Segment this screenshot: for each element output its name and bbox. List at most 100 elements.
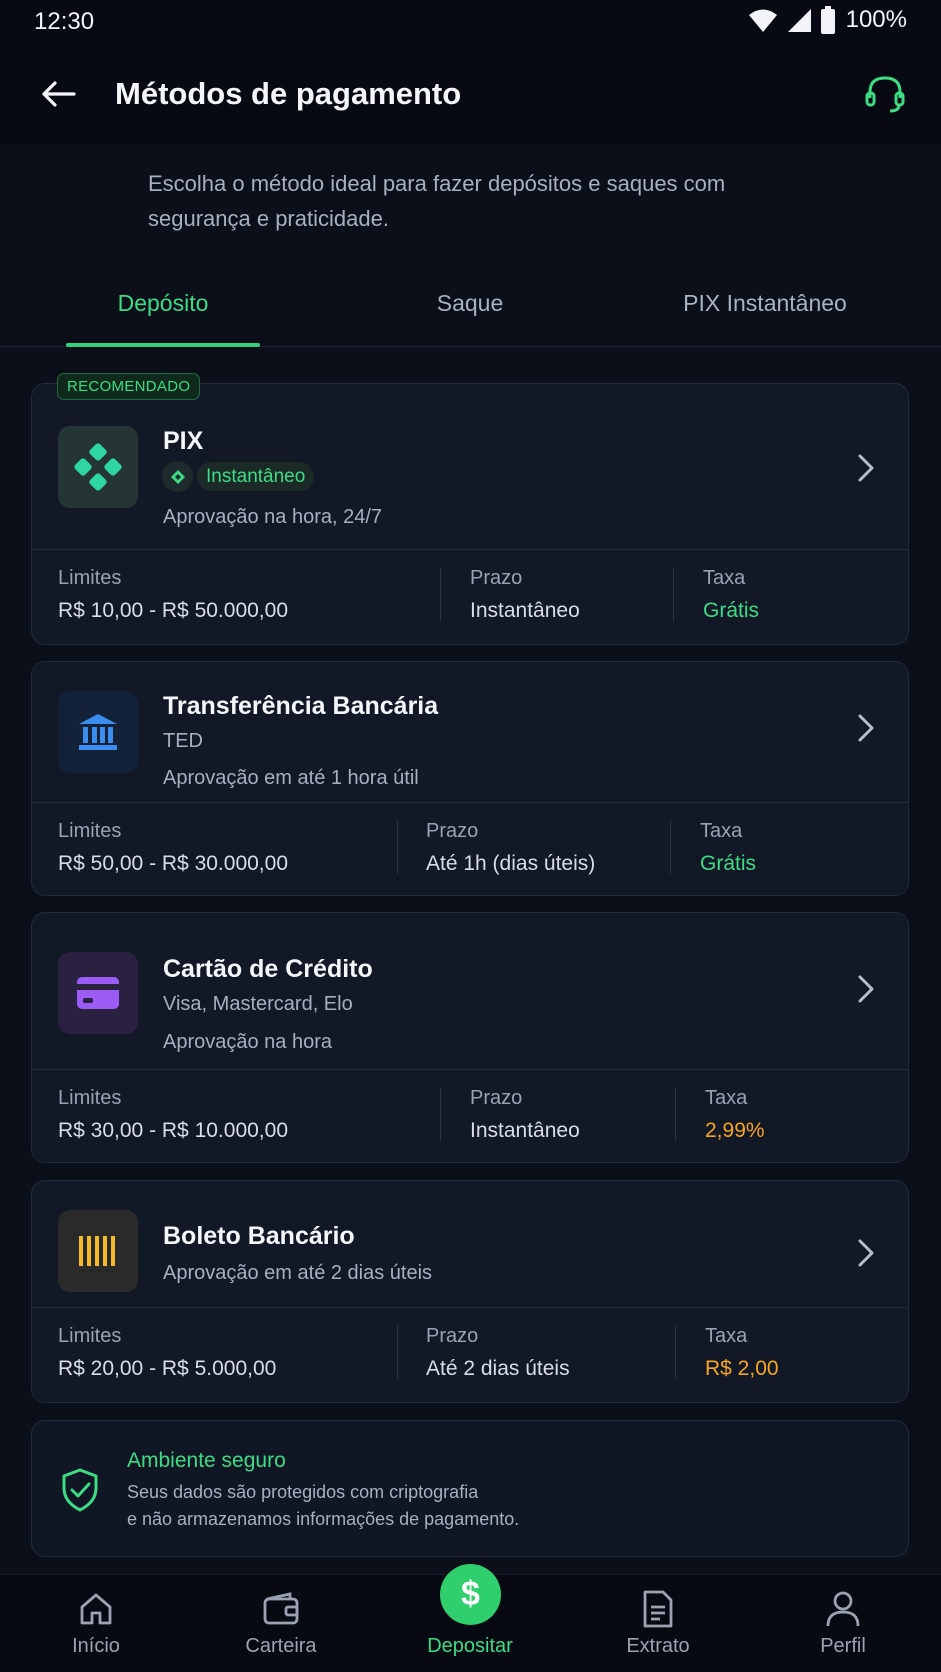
chevron-right-icon[interactable]: [854, 451, 878, 485]
page-subtitle: Escolha o método ideal para fazer depósi…: [148, 171, 726, 231]
column-separator: [397, 1325, 398, 1379]
card-divider: [32, 802, 908, 803]
security-title: Ambiente seguro: [127, 1449, 286, 1472]
tab-deposito[interactable]: Depósito: [66, 290, 260, 317]
method-card-boleto[interactable]: Boleto Bancário Aprovação em até 2 dias …: [31, 1180, 909, 1403]
back-button[interactable]: [36, 72, 80, 116]
term-column: Prazo Até 1h (dias úteis): [426, 820, 595, 876]
nav-label: Carteira: [245, 1635, 317, 1657]
card-divider: [32, 1307, 908, 1308]
method-subtitle: TED: [163, 730, 203, 752]
limits-value: R$ 10,00 - R$ 50.000,00: [58, 599, 288, 622]
column-separator: [440, 1087, 441, 1141]
bank-icon: [58, 691, 138, 773]
barcode-icon: [58, 1210, 138, 1292]
fee-value: Grátis: [700, 852, 757, 875]
fee-value: 2,99%: [705, 1119, 765, 1142]
term-column: Prazo Até 2 dias úteis: [426, 1325, 570, 1381]
limits-label: Limites: [58, 567, 122, 589]
security-line-2: e não armazenamos informações de pagamen…: [127, 1509, 520, 1529]
fee-label: Taxa: [700, 820, 743, 842]
battery-icon: [820, 6, 835, 34]
wallet-icon: [261, 1589, 301, 1629]
nav-item-inicio[interactable]: Início: [26, 1575, 166, 1672]
security-notice: Ambiente seguro Seus dados são protegido…: [31, 1420, 909, 1557]
nav-item-extrato[interactable]: Extrato: [588, 1575, 728, 1672]
column-separator: [670, 820, 671, 874]
fee-column: Taxa Grátis: [700, 820, 756, 876]
pix-icon: [58, 426, 138, 508]
card-divider: [32, 1069, 908, 1070]
limits-value: R$ 20,00 - R$ 5.000,00: [58, 1357, 277, 1380]
limits-column: Limites R$ 10,00 - R$ 50.000,00: [58, 567, 288, 623]
term-label: Prazo: [470, 1087, 523, 1109]
limits-label: Limites: [58, 1325, 122, 1347]
method-description: Aprovação na hora: [163, 1031, 333, 1053]
battery-percent: 100%: [845, 6, 907, 33]
fee-label: Taxa: [703, 567, 746, 589]
nav-label: Início: [72, 1635, 120, 1657]
term-label: Prazo: [426, 820, 479, 842]
term-label: Prazo: [470, 567, 523, 589]
recommended-badge: RECOMENDADO: [57, 373, 201, 400]
tab-saque[interactable]: Saque: [370, 290, 570, 317]
card-divider: [32, 549, 908, 550]
support-button[interactable]: [861, 70, 909, 118]
column-separator: [397, 820, 398, 874]
limits-column: Limites R$ 20,00 - R$ 5.000,00: [58, 1325, 276, 1381]
nav-label: Depositar: [427, 1635, 513, 1657]
deposit-button[interactable]: $: [440, 1564, 501, 1625]
limits-column: Limites R$ 50,00 - R$ 30.000,00: [58, 820, 288, 876]
column-separator: [440, 567, 441, 621]
limits-value: R$ 30,00 - R$ 10.000,00: [58, 1119, 288, 1142]
term-value: Até 2 dias úteis: [426, 1357, 570, 1380]
column-separator: [673, 567, 674, 621]
fee-value: R$ 2,00: [705, 1357, 779, 1380]
chevron-right-icon[interactable]: [854, 1236, 878, 1270]
column-separator: [675, 1325, 676, 1379]
method-name: Cartão de Crédito: [163, 955, 373, 983]
home-icon: [76, 1589, 116, 1629]
instant-diamond-icon: [162, 461, 193, 492]
term-column: Prazo Instantâneo: [470, 567, 580, 623]
method-name: PIX: [163, 427, 204, 455]
method-card-cartao[interactable]: Cartão de Crédito Visa, Mastercard, Elo …: [31, 912, 909, 1163]
arrow-left-icon: [42, 81, 76, 107]
tab-bar: Depósito Saque PIX Instantâneo: [0, 270, 941, 347]
status-time: 12:30: [34, 8, 95, 35]
app-header: Métodos de pagamento: [0, 44, 941, 144]
chevron-right-icon[interactable]: [854, 972, 878, 1006]
method-card-pix[interactable]: PIX Aprovação na hora, 24/7 Limites R$ 1…: [31, 383, 909, 645]
instant-badge: Instantâneo: [162, 461, 315, 492]
signal-icon: [787, 9, 811, 32]
fee-column: Taxa 2,99%: [705, 1087, 765, 1143]
limits-value: R$ 50,00 - R$ 30.000,00: [58, 852, 288, 875]
limits-label: Limites: [58, 820, 122, 842]
column-separator: [675, 1087, 676, 1141]
nav-item-carteira[interactable]: Carteira: [211, 1575, 351, 1672]
method-name: Boleto Bancário: [163, 1222, 355, 1250]
user-icon: [823, 1589, 863, 1629]
headset-icon: [865, 76, 905, 113]
dollar-icon: $: [461, 1575, 480, 1613]
term-value: Instantâneo: [470, 599, 580, 622]
instant-badge-label: Instantâneo: [197, 462, 315, 491]
fee-column: Taxa Grátis: [703, 567, 759, 623]
term-column: Prazo Instantâneo: [470, 1087, 580, 1143]
chevron-right-icon[interactable]: [854, 711, 878, 745]
tab-indicator: [66, 343, 260, 347]
security-line-1: Seus dados são protegidos com criptograf…: [127, 1482, 479, 1502]
tab-pix-instantaneo[interactable]: PIX Instantâneo: [660, 290, 870, 317]
method-card-transferencia[interactable]: Transferência Bancária TED Aprovação em …: [31, 661, 909, 896]
fee-column: Taxa R$ 2,00: [705, 1325, 779, 1381]
page-title: Métodos de pagamento: [115, 76, 462, 111]
shield-check-icon: [62, 1468, 98, 1512]
fee-value: Grátis: [703, 599, 760, 622]
nav-label: Extrato: [626, 1635, 690, 1657]
nav-item-perfil[interactable]: Perfil: [773, 1575, 913, 1672]
method-description: Aprovação em até 1 hora útil: [163, 767, 419, 789]
term-value: Até 1h (dias úteis): [426, 852, 596, 875]
security-text: Seus dados são protegidos com criptograf…: [127, 1479, 727, 1533]
fee-label: Taxa: [705, 1087, 748, 1109]
limits-label: Limites: [58, 1087, 122, 1109]
